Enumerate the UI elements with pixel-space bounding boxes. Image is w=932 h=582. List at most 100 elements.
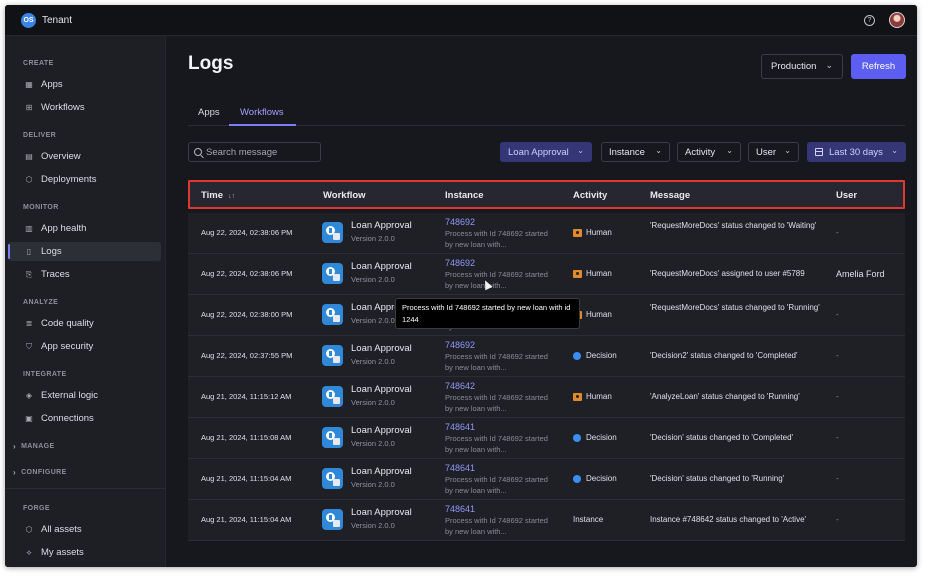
workflow-name: Loan Approval (351, 466, 412, 477)
sidebar-group-label: MANAGE (21, 443, 55, 450)
sidebar-item-my-assets[interactable]: ⟡ My assets (8, 543, 161, 562)
sidebar-group-manage[interactable]: › MANAGE (13, 442, 55, 451)
assets-icon: ⬡ (25, 525, 33, 534)
message-cell: 'RequestMoreDocs' assigned to user #5789 (650, 269, 805, 278)
column-header-time[interactable]: Time ↓↑ (201, 190, 235, 201)
workflow-name: Loan Approval (351, 220, 412, 231)
sidebar-item-app-health[interactable]: ▥ App health (8, 219, 161, 238)
workflow-icon (322, 427, 343, 448)
instance-link[interactable]: 748692 (445, 340, 475, 350)
decision-activity-icon (573, 352, 581, 360)
sidebar-item-deployments[interactable]: ⬡ Deployments (8, 170, 161, 189)
help-icon[interactable]: ? (864, 14, 875, 26)
message-cell: 'Decision' status changed to 'Completed' (650, 433, 794, 442)
connections-icon: ▣ (25, 414, 33, 423)
user-cell: - (836, 515, 839, 524)
code-quality-icon: ≣ (25, 319, 33, 328)
sidebar-item-logs[interactable]: ▯ Logs (8, 242, 161, 261)
workflow-version: Version 2.0.0 (351, 521, 395, 530)
workflow-version: Version 2.0.0 (351, 357, 395, 366)
instance-link[interactable]: 748641 (445, 422, 475, 432)
instance-link[interactable]: 748641 (445, 463, 475, 473)
refresh-button[interactable]: Refresh (851, 54, 906, 79)
layers-icon: ◈ (25, 391, 33, 400)
instance-description: Process with Id 748692 started by new lo… (445, 229, 548, 249)
user-cell: - (836, 228, 839, 237)
workflow-version: Version 2.0.0 (351, 234, 395, 243)
sidebar-item-app-security[interactable]: ⛉ App security (8, 337, 161, 356)
environment-select[interactable]: Production ⌄ (761, 54, 843, 79)
workflow-filter[interactable]: Loan Approval ⌄ (500, 142, 592, 162)
instance-link[interactable]: 748692 (445, 258, 475, 268)
table-row[interactable]: Aug 21, 2024, 11:15:04 AM Loan Approval Ve… (188, 500, 905, 541)
activity-cell: Decision (586, 474, 617, 483)
sidebar-group-label: CONFIGURE (21, 469, 67, 476)
table-row[interactable]: Aug 22, 2024, 02:38:06 PM Loan Approval Ve… (188, 213, 905, 254)
table-row[interactable]: Aug 21, 2024, 11:15:04 AM Loan Approval Ve… (188, 459, 905, 500)
tenant-name[interactable]: Tenant (42, 15, 72, 26)
tab-apps[interactable]: Apps (198, 107, 220, 118)
sidebar-item-label: Connections (41, 413, 94, 424)
sidebar-item-apps[interactable]: ▦ Apps (8, 75, 161, 94)
column-header-workflow: Workflow (323, 190, 366, 201)
user-cell: - (836, 310, 839, 319)
table-row[interactable]: Aug 22, 2024, 02:38:06 PM Loan Approval Ve… (188, 254, 905, 295)
table-row[interactable]: Aug 21, 2024, 11:15:08 AM Loan Approval Ve… (188, 418, 905, 459)
os-logo[interactable]: OS (21, 12, 36, 28)
workflow-icon (322, 468, 343, 489)
sidebar-group-configure[interactable]: › CONFIGURE (13, 468, 67, 477)
instance-link[interactable]: 748692 (445, 217, 475, 227)
activity-cell: Instance (573, 515, 604, 524)
traces-icon: ⎘ (25, 269, 33, 279)
sidebar-item-label: Logs (41, 246, 62, 257)
sidebar-item-all-assets[interactable]: ⬡ All assets (8, 520, 161, 539)
sidebar-item-label: External logic (41, 390, 99, 401)
workflow-icon (322, 386, 343, 407)
decision-activity-icon (573, 434, 581, 442)
grid-icon: ▦ (25, 80, 33, 89)
calendar-icon (815, 148, 823, 156)
overview-icon: ▤ (25, 152, 33, 161)
instance-filter[interactable]: Instance ⌄ (601, 142, 670, 162)
sidebar-item-label: Code quality (41, 318, 94, 329)
time-cell: Aug 22, 2024, 02:38:06 PM (201, 228, 293, 237)
deploy-icon: ⬡ (25, 175, 33, 184)
activity-filter[interactable]: Activity ⌄ (677, 142, 741, 162)
sidebar-section-create: CREATE (23, 60, 54, 67)
instance-link[interactable]: 748642 (445, 381, 475, 391)
instance-link[interactable]: 748641 (445, 504, 475, 514)
activity-cell: Decision (586, 433, 617, 442)
workflow-name: Loan Approval (351, 261, 412, 272)
search-input[interactable] (206, 146, 316, 158)
time-cell: Aug 21, 2024, 11:15:04 AM (201, 515, 292, 524)
workflow-icon (322, 263, 343, 284)
workflow-icon: ⊞ (25, 103, 33, 112)
table-row[interactable]: Aug 22, 2024, 02:37:55 PM Loan Approval Ve… (188, 336, 905, 377)
tab-workflows[interactable]: Workflows (240, 107, 284, 118)
sidebar-item-external-logic[interactable]: ◈ External logic (8, 386, 161, 405)
activity-cell: Human (586, 269, 612, 278)
sidebar-item-traces[interactable]: ⎘ Traces (8, 265, 161, 284)
time-cell: Aug 22, 2024, 02:37:55 PM (201, 351, 293, 360)
sidebar-section-deliver: DELIVER (23, 132, 57, 139)
workflow-filter-value: Loan Approval (508, 146, 569, 158)
column-header-instance: Instance (445, 190, 484, 201)
search-field[interactable] (188, 142, 321, 162)
logs-icon: ▯ (26, 247, 32, 256)
user-filter[interactable]: User ⌄ (748, 142, 799, 162)
sidebar-item-code-quality[interactable]: ≣ Code quality (8, 314, 161, 333)
tab-bar: Apps Workflows (188, 102, 905, 126)
decision-activity-icon (573, 475, 581, 483)
user-cell: - (836, 392, 839, 401)
avatar[interactable] (889, 12, 905, 28)
sidebar-item-overview[interactable]: ▤ Overview (8, 147, 161, 166)
message-cell: 'RequestMoreDocs' status changed to 'Run… (650, 303, 820, 312)
message-cell: 'Decision2' status changed to 'Completed… (650, 351, 798, 360)
sort-icon[interactable]: ↓↑ (228, 193, 235, 200)
table-row[interactable]: Aug 21, 2024, 11:15:12 AM Loan Approval Ve… (188, 377, 905, 418)
sidebar-item-workflows[interactable]: ⊞ Workflows (8, 98, 161, 117)
sidebar-item-connections[interactable]: ▣ Connections (8, 409, 161, 428)
date-range-filter[interactable]: Last 30 days ⌄ (807, 142, 906, 162)
user-cell: - (836, 474, 839, 483)
table-header: Time ↓↑ Workflow Instance Activity Messag… (188, 180, 905, 209)
